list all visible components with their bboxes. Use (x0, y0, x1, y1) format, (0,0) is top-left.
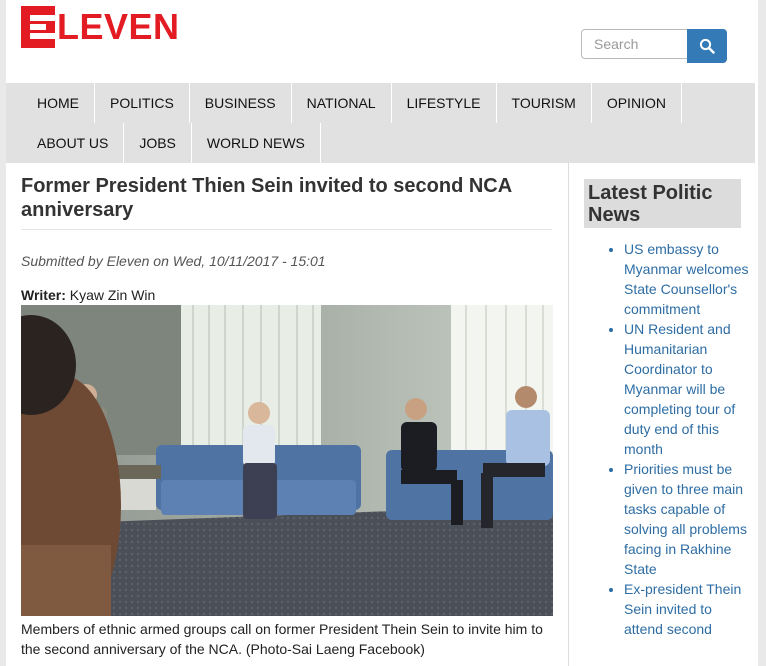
writer-line: Writer: Kyaw Zin Win (21, 287, 155, 303)
writer-name: Kyaw Zin Win (69, 287, 156, 303)
writer-label: Writer: (21, 287, 66, 303)
article-header: Former President Thien Sein invited to s… (21, 174, 552, 222)
sidebar-title: Latest Politic News (584, 179, 741, 228)
title-divider (21, 229, 552, 230)
article-photo (21, 305, 553, 616)
nav-national[interactable]: NATIONAL (292, 83, 392, 123)
nav-business[interactable]: BUSINESS (190, 83, 292, 123)
submitted-line: Submitted by Eleven on Wed, 10/11/2017 -… (21, 253, 326, 269)
nav-jobs[interactable]: JOBS (124, 123, 192, 163)
nav-about-us[interactable]: ABOUT US (6, 123, 125, 163)
sidebar-news-item[interactable]: Priorities must be given to three main t… (624, 459, 754, 579)
sidebar-news-item[interactable]: Ex-president Thein Sein invited to atten… (624, 579, 754, 639)
nav-world-news[interactable]: WORLD NEWS (192, 123, 321, 163)
logo-mark (21, 6, 55, 48)
search-form (581, 29, 727, 63)
sidebar-news-item[interactable]: US embassy to Myanmar welcomes State Cou… (624, 239, 754, 319)
nav-tourism[interactable]: TOURISM (497, 83, 592, 123)
nav-politics[interactable]: POLITICS (95, 83, 190, 123)
nav-lifestyle[interactable]: LIFESTYLE (392, 83, 497, 123)
photo-caption: Members of ethnic armed groups call on f… (21, 621, 543, 657)
sidebar-news-item[interactable]: UN Resident and Humanitarian Coordinator… (624, 319, 754, 459)
main-nav: HOME POLITICS BUSINESS NATIONAL LIFESTYL… (6, 83, 755, 163)
photo-illustration (21, 305, 553, 616)
logo-text: LEVEN (57, 6, 180, 47)
nav-home[interactable]: HOME (6, 83, 95, 123)
search-icon (699, 38, 715, 54)
nav-opinion[interactable]: OPINION (592, 83, 682, 123)
column-divider (568, 163, 569, 666)
site-logo[interactable]: LEVEN (21, 6, 180, 48)
search-input[interactable] (581, 29, 687, 59)
article-title: Former President Thien Sein invited to s… (21, 175, 512, 221)
search-button[interactable] (687, 29, 727, 63)
sidebar-news-list: US embassy to Myanmar welcomes State Cou… (584, 239, 754, 639)
page: LEVEN HOME POLITICS BUSINESS NATIONAL LI… (6, 0, 758, 666)
